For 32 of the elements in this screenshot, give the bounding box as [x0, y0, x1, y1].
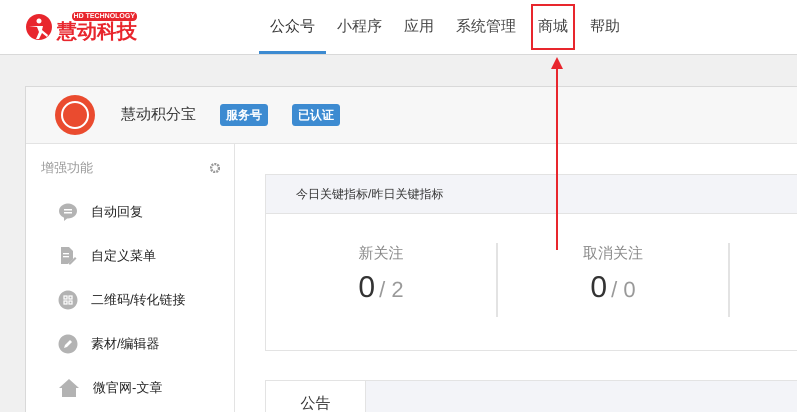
sidebar-section-title: 增强功能 [41, 159, 93, 177]
pencil-icon [58, 334, 78, 354]
sidebar-item[interactable]: 自动回复 [26, 190, 234, 234]
metric-label: 新关注 [358, 244, 404, 264]
qr-code-icon [58, 290, 78, 310]
house-icon [58, 378, 80, 398]
logo-name: 慧动科技 [57, 20, 137, 42]
nav-tab[interactable]: 应用 [393, 0, 445, 54]
announcement-tab[interactable]: 公告 [266, 381, 366, 412]
metrics-title: 今日关键指标/昨日关键指标 [296, 186, 444, 203]
nav-tab[interactable]: 帮助 [579, 0, 631, 54]
metric-yesterday-value: / 2 [379, 276, 404, 304]
nav-tab[interactable]: 公众号 [259, 0, 326, 54]
settings-icon [210, 162, 220, 173]
nav-tab[interactable]: 商城 [527, 0, 579, 54]
metric-today-value: 0 [590, 270, 608, 306]
nav-tab[interactable]: 系统管理 [445, 0, 527, 54]
sidebar-item[interactable]: 自定义菜单 [26, 234, 234, 278]
sidebar-item[interactable]: 素材/编辑器 [26, 322, 234, 366]
sidebar-item[interactable]: 二维码/转化链接 [26, 278, 234, 322]
metric-yesterday-value: / 0 [611, 276, 636, 304]
account-badge: 服务号 [220, 104, 268, 126]
nav-tab[interactable]: 小程序 [326, 0, 393, 54]
document-edit-icon [58, 246, 78, 266]
logo-icon [25, 13, 53, 41]
account-name: 慧动积分宝 [121, 104, 196, 125]
speech-bubble-icon [58, 202, 78, 222]
metric-today-value: 0 [358, 270, 376, 306]
account-badge: 已认证 [292, 104, 340, 126]
metric-label: 取消关注 [583, 244, 643, 264]
sidebar-item[interactable]: 微官网-文章 [26, 366, 234, 410]
account-avatar [55, 95, 95, 135]
